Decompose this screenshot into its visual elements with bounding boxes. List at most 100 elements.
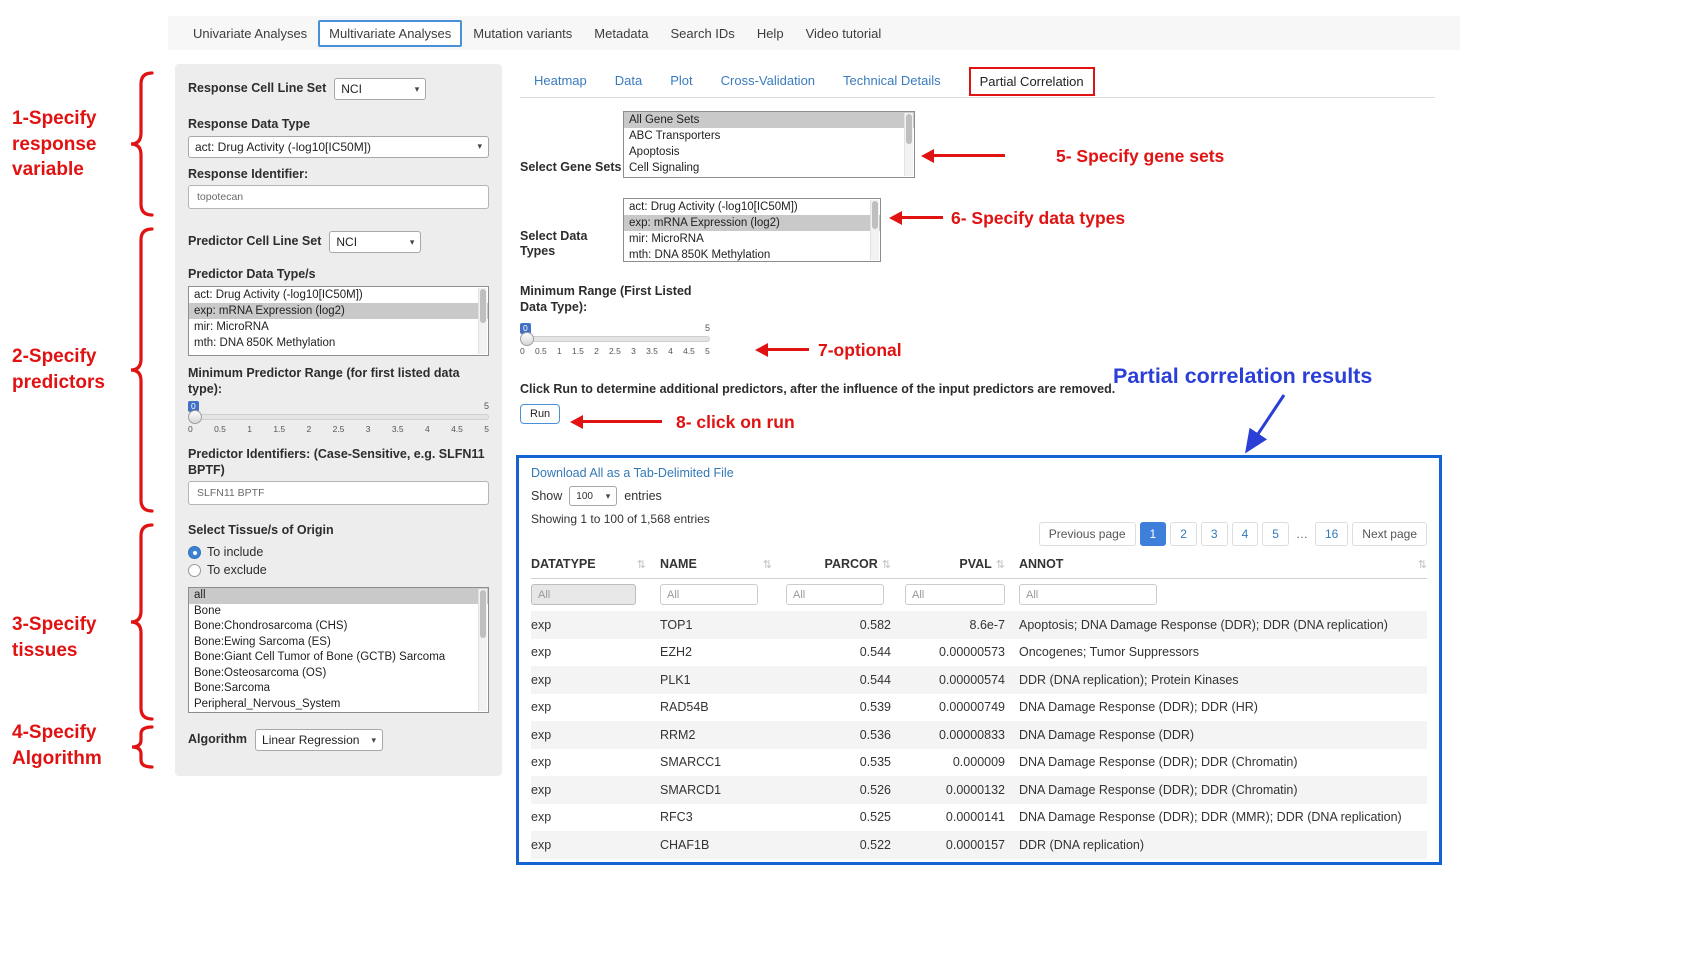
slider-handle[interactable]	[188, 410, 202, 424]
listbox-option[interactable]: Bone:Ewing Sarcoma (ES)	[189, 635, 488, 651]
column-header-name[interactable]: NAME ⇅	[660, 550, 772, 578]
listbox-option[interactable]: Bone:Osteosarcoma (OS)	[189, 666, 488, 682]
cell-parcor: 0.539	[786, 700, 891, 714]
sort-icon[interactable]: ⇅	[996, 558, 1005, 571]
sort-icon[interactable]: ⇅	[882, 558, 891, 571]
red-arrow-line	[582, 420, 662, 423]
red-arrow-line	[767, 348, 809, 351]
slider-handle[interactable]	[520, 332, 534, 346]
page-button-4[interactable]: 4	[1232, 522, 1259, 546]
cell-datatype: exp	[531, 645, 646, 659]
cell-annot: DNA Damage Response (DDR); DDR (MMR); DD…	[1019, 810, 1427, 824]
table-row[interactable]: exp RAD54B 0.539 0.00000749 DNA Damage R…	[531, 694, 1427, 722]
download-link[interactable]: Download All as a Tab-Delimited File	[531, 466, 734, 480]
page-button-5[interactable]: 5	[1262, 522, 1289, 546]
listbox-option[interactable]: Bone:Chondrosarcoma (CHS)	[189, 619, 488, 635]
column-header-annot[interactable]: ANNOT ⇅	[1019, 550, 1427, 578]
page-button-2[interactable]: 2	[1170, 522, 1197, 546]
sort-icon[interactable]: ⇅	[637, 558, 646, 571]
scrollbar[interactable]	[904, 113, 913, 176]
table-row[interactable]: exp RRM2 0.536 0.00000833 DNA Damage Res…	[531, 721, 1427, 749]
run-button[interactable]: Run	[520, 404, 560, 424]
listbox-option[interactable]: mir: MicroRNA	[189, 319, 488, 335]
slider-track[interactable]	[188, 414, 489, 420]
scrollbar[interactable]	[478, 589, 487, 711]
listbox-option-selected[interactable]: All Gene Sets	[624, 112, 914, 128]
response-cell-line-select[interactable]: NCI ▾	[334, 78, 426, 100]
cell-parcor: 0.544	[786, 645, 891, 659]
nav-item-video-tutorial[interactable]: Video tutorial	[795, 20, 893, 47]
table-row[interactable]: exp CHAF1B 0.522 0.0000157 DDR (DNA repl…	[531, 831, 1427, 859]
column-header-parcor[interactable]: PARCOR ⇅	[786, 550, 891, 578]
algorithm-select[interactable]: Linear Regression ▾	[255, 729, 383, 751]
predictor-identifiers-input[interactable]: SLFN11 BPTF	[188, 481, 489, 505]
predictor-identifiers-value: SLFN11 BPTF	[197, 487, 265, 499]
listbox-option-selected[interactable]: all	[189, 588, 488, 604]
filter-input-datatype[interactable]: All	[531, 584, 636, 605]
data-types-listbox: act: Drug Activity (-log10[IC50M]) exp: …	[623, 198, 881, 262]
page-button-1[interactable]: 1	[1140, 522, 1167, 546]
tab-data[interactable]: Data	[615, 73, 642, 88]
tick: 3.5	[646, 346, 658, 356]
table-row[interactable]: exp RFC3 0.525 0.0000141 DNA Damage Resp…	[531, 804, 1427, 832]
exclude-radio[interactable]	[188, 564, 201, 577]
scrollbar[interactable]	[870, 200, 879, 260]
column-header-datatype[interactable]: DATATYPE ⇅	[531, 550, 646, 578]
filter-input-pval[interactable]: All	[905, 584, 1005, 605]
response-identifier-input[interactable]: topotecan	[188, 185, 489, 209]
next-page-button[interactable]: Next page	[1352, 522, 1427, 546]
previous-page-button[interactable]: Previous page	[1039, 522, 1136, 546]
table-header-row: DATATYPE ⇅ NAME ⇅ PARCOR ⇅ PVAL ⇅ ANNOT …	[531, 550, 1427, 579]
filter-input-annot[interactable]: All	[1019, 584, 1157, 605]
listbox-option[interactable]: Apoptosis	[624, 144, 914, 160]
scrollbar[interactable]	[478, 288, 487, 354]
response-data-type-select[interactable]: act: Drug Activity (-log10[IC50M]) ▾	[188, 136, 489, 158]
tab-heatmap[interactable]: Heatmap	[534, 73, 587, 88]
table-row[interactable]: exp PLK1 0.544 0.00000574 DDR (DNA repli…	[531, 666, 1427, 694]
listbox-option-selected[interactable]: exp: mRNA Expression (log2)	[189, 303, 488, 319]
listbox-option[interactable]: Bone:Giant Cell Tumor of Bone (GCTB) Sar…	[189, 650, 488, 666]
table-row[interactable]: exp EZH2 0.544 0.00000573 Oncogenes; Tum…	[531, 639, 1427, 667]
listbox-option[interactable]: ABC Transporters	[624, 128, 914, 144]
pagination: Previous page 1 2 3 4 5 … 16 Next page	[1039, 522, 1427, 546]
tab-partial-correlation[interactable]: Partial Correlation	[969, 67, 1095, 96]
nav-item-multivariate-analyses[interactable]: Multivariate Analyses	[318, 20, 462, 47]
listbox-option[interactable]: Cell Signaling	[624, 160, 914, 176]
slider-track[interactable]	[520, 336, 710, 342]
sort-icon[interactable]: ⇅	[1418, 558, 1427, 571]
nav-item-mutation-variants[interactable]: Mutation variants	[462, 20, 583, 47]
include-radio[interactable]	[188, 546, 201, 559]
table-row[interactable]: exp SMARCD1 0.526 0.0000132 DNA Damage R…	[531, 776, 1427, 804]
table-row[interactable]: exp TOP1 0.582 8.6e-7 Apoptosis; DNA Dam…	[531, 611, 1427, 639]
listbox-option[interactable]: act: Drug Activity (-log10[IC50M])	[624, 199, 880, 215]
listbox-option[interactable]: Peripheral_Nervous_System	[189, 697, 488, 713]
cell-datatype: exp	[531, 810, 646, 824]
nav-item-help[interactable]: Help	[746, 20, 795, 47]
page-button-3[interactable]: 3	[1201, 522, 1228, 546]
annotation-results-title: Partial correlation results	[1113, 364, 1372, 389]
listbox-option[interactable]: Bone	[189, 604, 488, 620]
blue-arrow-icon	[1238, 392, 1298, 456]
nav-item-metadata[interactable]: Metadata	[583, 20, 659, 47]
page-length-select[interactable]: 100 ▾	[569, 486, 617, 506]
cell-name: TOP1	[660, 618, 772, 632]
filter-input-parcor[interactable]: All	[786, 584, 884, 605]
tab-cross-validation[interactable]: Cross-Validation	[721, 73, 815, 88]
column-header-pval[interactable]: PVAL ⇅	[905, 550, 1005, 578]
nav-item-univariate-analyses[interactable]: Univariate Analyses	[182, 20, 318, 47]
listbox-option[interactable]: Bone:Sarcoma	[189, 681, 488, 697]
tab-plot[interactable]: Plot	[670, 73, 692, 88]
tick: 2	[594, 346, 599, 356]
sort-icon[interactable]: ⇅	[763, 558, 772, 571]
listbox-option-selected[interactable]: exp: mRNA Expression (log2)	[624, 215, 880, 231]
table-row[interactable]: exp SMARCC1 0.535 0.000009 DNA Damage Re…	[531, 749, 1427, 777]
filter-input-name[interactable]: All	[660, 584, 758, 605]
listbox-option[interactable]: act: Drug Activity (-log10[IC50M])	[189, 287, 488, 303]
listbox-option[interactable]: mth: DNA 850K Methylation	[189, 335, 488, 351]
listbox-option[interactable]: mir: MicroRNA	[624, 231, 880, 247]
predictor-cell-line-select[interactable]: NCI ▾	[329, 231, 421, 253]
tab-technical-details[interactable]: Technical Details	[843, 73, 941, 88]
page-button-16[interactable]: 16	[1315, 522, 1348, 546]
nav-item-search-ids[interactable]: Search IDs	[660, 20, 746, 47]
listbox-option[interactable]: mth: DNA 850K Methylation	[624, 247, 880, 262]
